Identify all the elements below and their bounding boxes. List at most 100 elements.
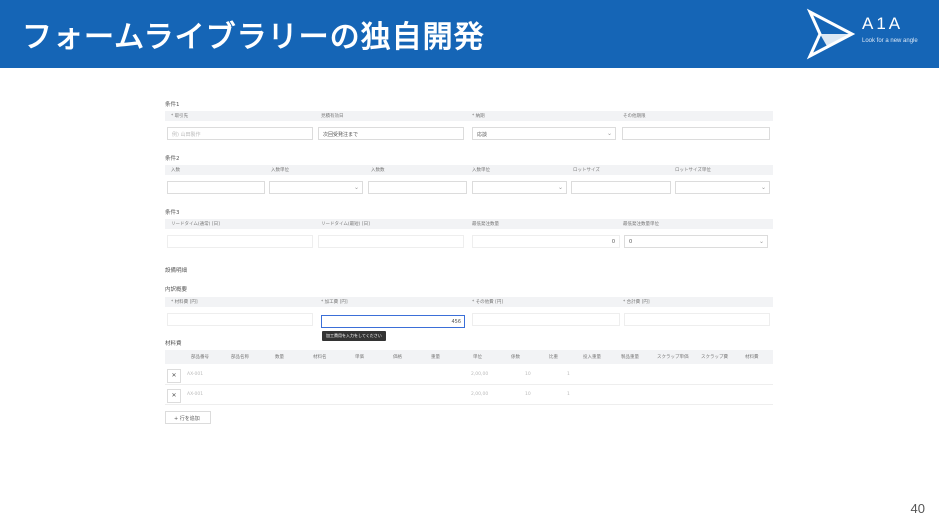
header-processing-cost: * 加工費 [円] [321, 300, 348, 305]
row-price: 2,00,00 [471, 372, 489, 377]
header-min-order-unit: 最低発注数量単位 [623, 222, 659, 227]
quantity-unit-select[interactable]: ⌄ [269, 181, 363, 194]
lead-time-shortest-input[interactable] [318, 235, 464, 248]
quantity-count-input[interactable] [368, 181, 467, 194]
col-part-name: 部品名称 [231, 355, 249, 360]
col-unit-price: 単価 [355, 355, 364, 360]
col-material-cost: 材料費 [745, 355, 759, 360]
header-quantity-unit: 入数単位 [271, 168, 289, 173]
col-material-name: 材料名 [313, 355, 327, 360]
lot-size-input[interactable] [571, 181, 671, 194]
lead-time-normal-input[interactable] [167, 235, 313, 248]
section1-input-row: 例) 山田製作 次回受発注まで 応談 ⌄ [165, 124, 773, 142]
row-price: 2,00,00 [471, 392, 489, 397]
header-other-deadline: その他期限 [623, 114, 646, 119]
breakdown-input-row: 456 [165, 310, 773, 328]
close-icon[interactable]: ✕ [167, 389, 181, 403]
total-cost-input[interactable] [624, 313, 770, 326]
col-scrap-cost: スクラップ費 [701, 355, 728, 360]
row-part-no: AX-001 [187, 372, 204, 377]
section1-header-row: * 取引先 見積有効日 * 納期 その他期限 [165, 111, 773, 121]
materials-table-header: 部品番号 部品名称 数量 材料名 単価 価格 重量 単位 係数 比重 投入重量 … [165, 350, 773, 364]
material-cost-input[interactable] [167, 313, 313, 326]
row-weight: 10 [525, 372, 531, 377]
table-row: ✕ AX-001 2,00,00 10 1 [165, 366, 773, 385]
customer-input[interactable]: 例) 山田製作 [167, 127, 313, 140]
min-order-qty-input[interactable]: 0 [472, 235, 620, 248]
lot-size-unit-select[interactable]: ⌄ [675, 181, 770, 194]
equipment-label: 設備明細 [165, 268, 188, 274]
header-min-order-qty: 最低発注数量 [472, 222, 499, 227]
section3-input-row: 0 0 ⌄ [165, 232, 773, 250]
chevron-down-icon: ⌄ [758, 238, 764, 245]
header-lead-time-shortest: リードタイム(最短) [日] [321, 222, 370, 227]
other-cost-input[interactable] [472, 313, 620, 326]
section2-input-row: ⌄ ⌄ ⌄ [165, 178, 773, 196]
slide-title: フォームライブラリーの独自開発 [22, 20, 485, 55]
header-lot-size-unit: ロットサイズ単位 [675, 168, 711, 173]
col-part-no: 部品番号 [191, 355, 209, 360]
row-unit: 1 [567, 372, 570, 377]
processing-cost-value: 456 [451, 319, 461, 325]
quantity-input[interactable] [167, 181, 265, 194]
header-other-cost: * その他費 [円] [472, 300, 504, 305]
page-number: 40 [910, 501, 925, 516]
header-quantity: 入数 [171, 168, 180, 173]
header-quantity-unit-2: 入数単位 [472, 168, 490, 173]
col-scrap-unit-price: スクラップ単価 [657, 355, 689, 360]
valid-until-value: 次回受発注まで [323, 132, 359, 138]
breakdown-header-row: * 材料費 [円] * 加工費 [円] * その他費 [円] * 合計費 [円] [165, 297, 773, 307]
col-input-weight: 投入重量 [583, 355, 601, 360]
col-product-weight: 製品重量 [621, 355, 639, 360]
section3-label: 条件3 [165, 210, 180, 216]
col-price: 価格 [393, 355, 402, 360]
header-total-cost: * 合計費 [円] [623, 300, 650, 305]
add-row-button[interactable]: + 行を追加 [165, 411, 211, 424]
add-row-text: 行を追加 [179, 416, 200, 422]
min-order-unit-value: 0 [629, 239, 633, 245]
chevron-down-icon: ⌄ [353, 184, 359, 191]
col-specific-gravity: 比重 [549, 355, 558, 360]
delivery-value: 応談 [477, 132, 488, 138]
row-unit: 1 [567, 392, 570, 397]
chevron-down-icon: ⌄ [606, 130, 612, 137]
valid-until-input[interactable]: 次回受発注まで [318, 127, 464, 140]
header-lot-size: ロットサイズ [573, 168, 600, 173]
add-row-label: + 行を追加 [174, 416, 200, 422]
header-quantity-count: 入数数 [371, 168, 385, 173]
col-factor: 係数 [511, 355, 520, 360]
materials-label: 材料費 [165, 341, 182, 347]
header-valid-until: 見積有効日 [321, 114, 344, 119]
col-unit: 単位 [473, 355, 482, 360]
header-delivery: * 納期 [472, 114, 485, 119]
min-order-unit-select[interactable]: 0 ⌄ [624, 235, 768, 248]
section2-header-row: 入数 入数単位 入数数 入数単位 ロットサイズ ロットサイズ単位 [165, 165, 773, 175]
header-lead-time-normal: リードタイム(通常) [日] [171, 222, 220, 227]
slide-header: フォームライブラリーの独自開発 A1A Look for a new angle [0, 0, 939, 68]
a1a-logo-icon [806, 8, 856, 60]
other-deadline-input[interactable] [622, 127, 770, 140]
close-icon[interactable]: ✕ [167, 369, 181, 383]
section2-label: 条件2 [165, 156, 180, 162]
header-customer: * 取引先 [171, 114, 189, 119]
quantity-unit-select-2[interactable]: ⌄ [472, 181, 567, 194]
customer-placeholder: 例) 山田製作 [172, 132, 201, 138]
breakdown-label: 内訳概要 [165, 287, 188, 293]
processing-cost-input[interactable]: 456 [321, 315, 465, 328]
col-qty: 数量 [275, 355, 284, 360]
min-order-qty-value: 0 [611, 239, 615, 245]
logo-brand: A1A [862, 14, 904, 33]
chevron-down-icon: ⌄ [760, 184, 766, 191]
section3-header-row: リードタイム(通常) [日] リードタイム(最短) [日] 最低発注数量 最低発… [165, 219, 773, 229]
delivery-select[interactable]: 応談 ⌄ [472, 127, 616, 140]
row-part-no: AX-001 [187, 392, 204, 397]
table-row: ✕ AX-001 2,00,00 10 1 [165, 386, 773, 405]
chevron-down-icon: ⌄ [557, 184, 563, 191]
col-weight: 重量 [431, 355, 440, 360]
company-logo: A1A Look for a new angle [806, 8, 926, 60]
header-material-cost: * 材料費 [円] [171, 300, 198, 305]
section1-label: 条件1 [165, 102, 180, 108]
row-weight: 10 [525, 392, 531, 397]
logo-tagline: Look for a new angle [862, 38, 918, 44]
validation-tooltip: 加工費用を入力をしてください [322, 331, 386, 341]
